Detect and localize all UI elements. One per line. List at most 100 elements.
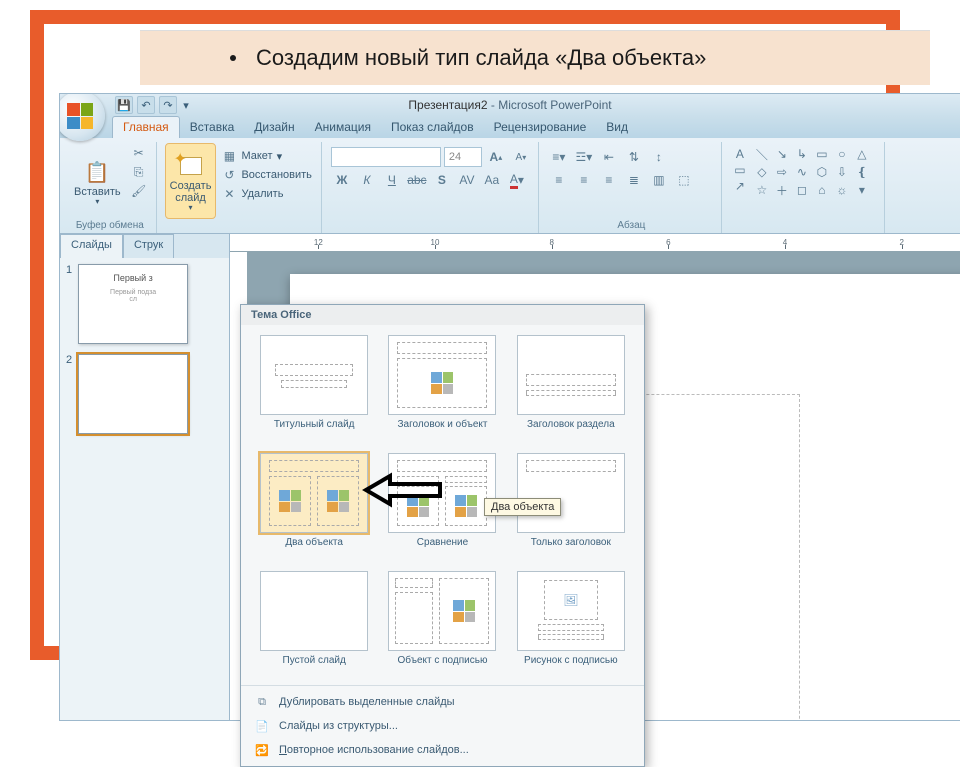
slide-thumbnail[interactable] xyxy=(78,354,188,434)
cut-button[interactable]: ✂ xyxy=(128,144,150,162)
shape-arrow-icon[interactable]: ↘ xyxy=(773,146,791,162)
qat-save-button[interactable]: 💾 xyxy=(115,96,133,114)
office-logo-icon xyxy=(67,103,93,129)
layout-option-blank[interactable] xyxy=(260,571,368,651)
tab-design[interactable]: Дизайн xyxy=(244,117,304,138)
layout-tooltip: Два объекта xyxy=(484,498,561,516)
layout-gallery-popup: Тема Office Титульный слайд Заголовок и … xyxy=(240,304,645,767)
qat-customize-button[interactable]: ▾ xyxy=(181,96,191,114)
shape-box-button[interactable]: ▭ xyxy=(731,163,749,177)
shape-tri-icon[interactable]: △ xyxy=(853,146,871,162)
columns-button[interactable]: ▥ xyxy=(648,170,670,190)
shape-arrow2-icon[interactable]: ⇨ xyxy=(773,164,791,180)
outline-icon: 📄 xyxy=(253,718,271,734)
grow-font-button[interactable]: A▴ xyxy=(485,147,507,167)
clipboard-group-label: Буфер обмена xyxy=(70,218,150,233)
shape-brace-icon[interactable]: ❴ xyxy=(853,164,871,180)
layout-option-section-header[interactable] xyxy=(517,335,625,415)
thumb-number: 1 xyxy=(66,264,72,344)
tab-animation[interactable]: Анимация xyxy=(305,117,381,138)
layout-gallery-footer: ⧉Дублировать выделенные слайды 📄Слайды и… xyxy=(241,685,644,766)
shape-star-icon[interactable]: ☆ xyxy=(753,182,771,198)
reset-icon: ↺ xyxy=(221,167,237,183)
reset-button[interactable]: ↺Восстановить xyxy=(218,166,314,184)
shrink-font-button[interactable]: A▾ xyxy=(510,147,532,167)
shape-more-icon[interactable]: ▾ xyxy=(853,182,871,198)
bold-button[interactable]: Ж xyxy=(331,170,353,190)
layout-option-content-caption[interactable] xyxy=(388,571,496,651)
align-left-button[interactable]: ≡ xyxy=(548,170,570,190)
paste-button[interactable]: 📋 Вставить ▾ xyxy=(70,144,125,218)
shape-diamond-icon[interactable]: ◇ xyxy=(753,164,771,180)
group-drawing: A ▭ ↗ ＼↘↳▭○△ ◇⇨∿⬡⇩❴ ☆＋◻⌂☼▾ xyxy=(725,142,885,233)
convert-smartart-button[interactable]: ⬚ xyxy=(673,170,695,190)
tab-home[interactable]: Главная xyxy=(112,116,180,138)
delete-icon: ✕ xyxy=(221,186,237,202)
side-tab-slides[interactable]: Слайды xyxy=(60,234,123,258)
layout-option-title-slide[interactable] xyxy=(260,335,368,415)
change-case-button[interactable]: Aa xyxy=(481,170,503,190)
layout-option-title-only[interactable] xyxy=(517,453,625,533)
qat-undo-button[interactable]: ↶ xyxy=(137,96,155,114)
shadow-button[interactable]: S xyxy=(431,170,453,190)
ribbon-tabs: Главная Вставка Дизайн Анимация Показ сл… xyxy=(60,116,960,138)
format-painter-button[interactable]: 🖌 xyxy=(128,182,150,200)
slides-from-outline-item[interactable]: 📄Слайды из структуры... xyxy=(241,714,644,738)
char-spacing-button[interactable]: AV xyxy=(456,170,478,190)
font-size-combo[interactable]: 24 xyxy=(444,147,482,167)
new-slide-icon: ✦ xyxy=(177,152,205,180)
reuse-icon: 🔁 xyxy=(253,742,271,758)
tab-insert[interactable]: Вставка xyxy=(180,117,245,138)
shape-cyl-icon[interactable]: ⌂ xyxy=(813,182,831,198)
shape-line-icon[interactable]: ＼ xyxy=(753,146,771,162)
align-center-button[interactable]: ≡ xyxy=(573,170,595,190)
new-slide-button[interactable]: ✦ Создать слайд ▾ xyxy=(166,144,216,218)
shape-sun-icon[interactable]: ☼ xyxy=(833,182,851,198)
layout-button[interactable]: ▦Макет ▾ xyxy=(218,147,314,165)
list-level-button[interactable]: ⇤ xyxy=(598,147,620,167)
shape-arrow3-icon[interactable]: ⇩ xyxy=(833,164,851,180)
layout-option-title-content[interactable] xyxy=(388,335,496,415)
copy-button[interactable]: ⎘ xyxy=(128,163,150,181)
instruction-banner: Создадим новый тип слайда «Два объекта» xyxy=(140,30,930,85)
shape-curve-icon[interactable]: ∿ xyxy=(793,164,811,180)
slides-panel: Слайды Струк 1 Первый з Первый подза сл … xyxy=(60,234,230,720)
italic-button[interactable]: К xyxy=(356,170,378,190)
bullets-button[interactable]: ≡▾ xyxy=(548,147,570,167)
duplicate-icon: ⧉ xyxy=(253,694,271,710)
window-title: Презентация2 - Microsoft PowerPoint xyxy=(408,98,611,112)
underline-button[interactable]: Ч xyxy=(381,170,403,190)
shape-callout-icon[interactable]: ◻ xyxy=(793,182,811,198)
layout-option-two-content[interactable] xyxy=(260,453,368,533)
thumbnails-list: 1 Первый з Первый подза сл 2 xyxy=(60,258,229,720)
reuse-slides-item[interactable]: 🔁Повторное использование слайдов... xyxy=(241,738,644,762)
slide-thumbnail[interactable]: Первый з Первый подза сл xyxy=(78,264,188,344)
tab-review[interactable]: Рецензирование xyxy=(484,117,597,138)
align-right-button[interactable]: ≡ xyxy=(598,170,620,190)
text-direction-button[interactable]: ↕ xyxy=(648,147,670,167)
layout-option-picture-caption[interactable]: 🖼 xyxy=(517,571,625,651)
textbox-small-button[interactable]: A xyxy=(731,147,749,161)
shape-plus-icon[interactable]: ＋ xyxy=(773,182,791,198)
font-name-combo[interactable] xyxy=(331,147,441,167)
shapes-gallery[interactable]: ＼↘↳▭○△ ◇⇨∿⬡⇩❴ ☆＋◻⌂☼▾ xyxy=(751,144,873,218)
instruction-text: Создадим новый тип слайда «Два объекта» xyxy=(256,45,706,71)
thumb-number: 2 xyxy=(66,354,72,434)
shape-rect-icon[interactable]: ▭ xyxy=(813,146,831,162)
strike-button[interactable]: abc xyxy=(406,170,428,190)
font-color-button[interactable]: A▾ xyxy=(506,170,528,190)
shape-line-button[interactable]: ↗ xyxy=(731,179,749,193)
justify-button[interactable]: ≣ xyxy=(623,170,645,190)
group-font: 24 A▴ A▾ Ж К Ч abc S AV Aa A▾ xyxy=(325,142,539,233)
duplicate-slides-item[interactable]: ⧉Дублировать выделенные слайды xyxy=(241,690,644,714)
tab-slideshow[interactable]: Показ слайдов xyxy=(381,117,484,138)
delete-slide-button[interactable]: ✕Удалить xyxy=(218,185,314,203)
line-spacing-button[interactable]: ⇅ xyxy=(623,147,645,167)
side-tab-outline[interactable]: Струк xyxy=(123,234,174,258)
shape-oval-icon[interactable]: ○ xyxy=(833,146,851,162)
shape-hex-icon[interactable]: ⬡ xyxy=(813,164,831,180)
shape-conn-icon[interactable]: ↳ xyxy=(793,146,811,162)
qat-redo-button[interactable]: ↷ xyxy=(159,96,177,114)
numbering-button[interactable]: ☲▾ xyxy=(573,147,595,167)
tab-view[interactable]: Вид xyxy=(596,117,638,138)
